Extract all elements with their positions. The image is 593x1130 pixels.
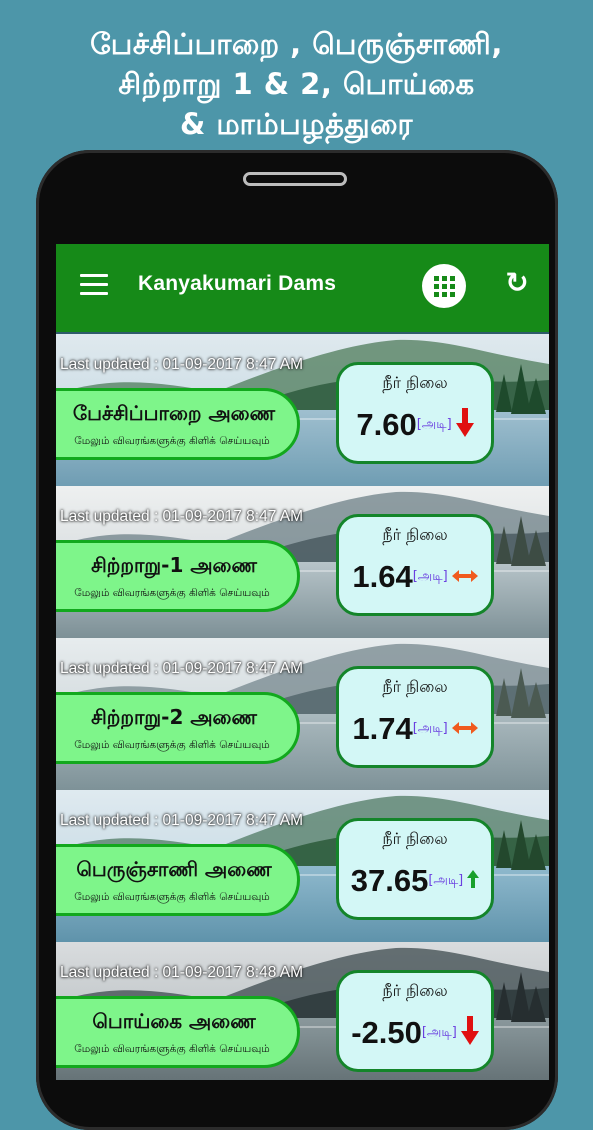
water-level-label: நீர் நிலை: [382, 981, 448, 1000]
water-level-unit: [அடி]: [421, 1025, 457, 1040]
headline-line-1: பேச்சிப்பாறை , பெருஞ்சாணி,: [90, 27, 503, 61]
water-level-row: 1.64[அடி]: [339, 559, 491, 595]
last-updated-text: Last updated : 01-09-2017 8:47 AM: [60, 660, 304, 677]
water-level-row: 37.65[அடி]: [339, 863, 491, 899]
dam-name: சிற்றாறு-2 அணை: [91, 705, 257, 729]
trend-steady-arrow-icon: [451, 720, 478, 739]
grid-icon: [434, 276, 455, 297]
water-level-unit: [அடி]: [428, 873, 464, 888]
water-level-box: நீர் நிலை 37.65[அடி]: [336, 818, 494, 920]
last-updated-text: Last updated : 01-09-2017 8:48 AM: [60, 964, 304, 981]
headline-line-2: சிற்றாறு 1 & 2, பொய்கை: [118, 67, 475, 101]
water-level-row: 1.74[அடி]: [339, 711, 491, 747]
water-level-box: நீர் நிலை 7.60[அடி]: [336, 362, 494, 464]
dam-name-pill[interactable]: பொய்கை அணை மேலும் விவரங்களுக்கு கிளிக் ச…: [56, 996, 300, 1068]
water-level-box: நீர் நிலை 1.74[அடி]: [336, 666, 494, 768]
headline-line-3: & மாம்பழத்துரை: [179, 107, 414, 141]
click-for-details-text: மேலும் விவரங்களுக்கு கிளிக் செய்யவும்: [74, 435, 270, 447]
app-title: Kanyakumari Dams: [138, 272, 337, 295]
click-for-details-text: மேலும் விவரங்களுக்கு கிளிக் செய்யவும்: [74, 739, 270, 751]
grid-view-button[interactable]: [422, 264, 466, 308]
dam-card[interactable]: Last updated : 01-09-2017 8:47 AM பேச்சி…: [56, 334, 549, 486]
phone-speaker: [243, 172, 347, 186]
promo-headline: பேச்சிப்பாறை , பெருஞ்சாணி, சிற்றாறு 1 & …: [0, 24, 593, 144]
dam-name-pill[interactable]: சிற்றாறு-2 அணை மேலும் விவரங்களுக்கு கிளி…: [56, 692, 300, 764]
water-level-box: நீர் நிலை 1.64[அடி]: [336, 514, 494, 616]
dam-card[interactable]: Last updated : 01-09-2017 8:47 AM பெருஞ்…: [56, 790, 549, 942]
water-level-row: 7.60[அடி]: [339, 407, 491, 443]
click-for-details-text: மேலும் விவரங்களுக்கு கிளிக் செய்யவும்: [74, 587, 270, 599]
dam-name: பொய்கை அணை: [92, 1009, 256, 1033]
dam-name: பேச்சிப்பாறை அணை: [72, 401, 276, 425]
dam-card[interactable]: Last updated : 01-09-2017 8:47 AM சிற்றா…: [56, 486, 549, 638]
water-level-value: 1.64: [352, 559, 413, 594]
water-level-value: -2.50: [351, 1015, 422, 1050]
trend-down-arrow-icon: [460, 1016, 479, 1050]
hamburger-menu-icon[interactable]: [80, 274, 108, 298]
dam-name: பெருஞ்சாணி அணை: [76, 857, 272, 881]
trend-up-arrow-icon: [467, 870, 480, 892]
water-level-value: 7.60: [356, 407, 417, 442]
water-level-value: 37.65: [350, 863, 429, 898]
click-for-details-text: மேலும் விவரங்களுக்கு கிளிக் செய்யவும்: [74, 1043, 270, 1055]
water-level-label: நீர் நிலை: [382, 373, 448, 392]
refresh-icon[interactable]: ↻: [502, 268, 532, 298]
trend-steady-arrow-icon: [451, 568, 478, 587]
water-level-label: நீர் நிலை: [382, 677, 448, 696]
dam-name-pill[interactable]: பெருஞ்சாணி அணை மேலும் விவரங்களுக்கு கிளி…: [56, 844, 300, 916]
trend-down-arrow-icon: [455, 408, 474, 442]
water-level-unit: [அடி]: [412, 569, 448, 584]
dam-card[interactable]: Last updated : 01-09-2017 8:47 AM சிற்றா…: [56, 638, 549, 790]
dam-name-pill[interactable]: சிற்றாறு-1 அணை மேலும் விவரங்களுக்கு கிளி…: [56, 540, 300, 612]
last-updated-text: Last updated : 01-09-2017 8:47 AM: [60, 508, 304, 525]
last-updated-text: Last updated : 01-09-2017 8:47 AM: [60, 356, 304, 373]
dam-card[interactable]: Last updated : 01-09-2017 8:48 AM பொய்கை…: [56, 942, 549, 1080]
app-bar: Kanyakumari Dams ↻: [56, 244, 549, 332]
app-screen: Kanyakumari Dams ↻ Last updated : 01-09-…: [56, 244, 549, 1080]
water-level-unit: [அடி]: [412, 721, 448, 736]
water-level-unit: [அடி]: [416, 417, 452, 432]
last-updated-text: Last updated : 01-09-2017 8:47 AM: [60, 812, 304, 829]
water-level-label: நீர் நிலை: [382, 525, 448, 544]
water-level-label: நீர் நிலை: [382, 829, 448, 848]
water-level-value: 1.74: [352, 711, 413, 746]
dam-name-pill[interactable]: பேச்சிப்பாறை அணை மேலும் விவரங்களுக்கு கி…: [56, 388, 300, 460]
dam-name: சிற்றாறு-1 அணை: [91, 553, 257, 577]
water-level-box: நீர் நிலை -2.50[அடி]: [336, 970, 494, 1072]
click-for-details-text: மேலும் விவரங்களுக்கு கிளிக் செய்யவும்: [74, 891, 270, 903]
water-level-row: -2.50[அடி]: [339, 1015, 491, 1051]
